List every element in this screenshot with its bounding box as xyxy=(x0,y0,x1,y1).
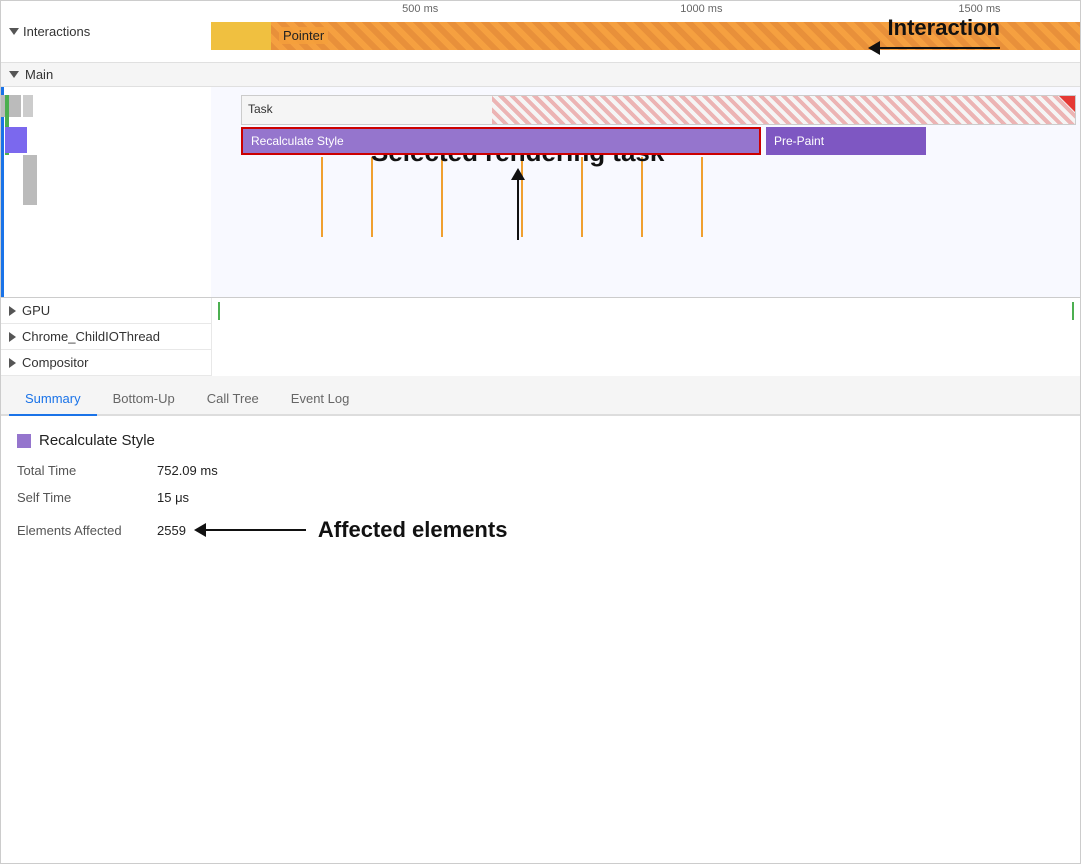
track-timeline-compositor xyxy=(211,350,1080,376)
track-timeline-gpu xyxy=(211,298,1080,324)
track-label-childio[interactable]: Chrome_ChildIOThread xyxy=(1,329,211,344)
tab-call-tree-label: Call Tree xyxy=(207,391,259,406)
task-hatch xyxy=(492,96,1075,124)
track-row-childio[interactable]: Chrome_ChildIOThread xyxy=(1,324,1080,350)
timing-line-2 xyxy=(371,157,373,237)
timing-line-3 xyxy=(441,157,443,237)
interactions-timeline: 500 ms 1000 ms 1500 ms Pointer Interacti… xyxy=(211,1,1080,63)
main-left-bar xyxy=(1,87,211,297)
timing-line-7 xyxy=(701,157,703,237)
track-timeline-childio xyxy=(211,324,1080,350)
tabs-bar: Summary Bottom-Up Call Tree Event Log xyxy=(1,376,1080,416)
interactions-label[interactable]: Interactions xyxy=(1,24,211,39)
task-label: Task xyxy=(248,102,273,116)
track-expand-icon-childio[interactable] xyxy=(9,332,16,342)
main-label: Main xyxy=(25,67,53,82)
interactions-label-text: Interactions xyxy=(23,24,90,39)
pointer-interaction-bar: Pointer xyxy=(271,22,1080,50)
track-expand-icon-compositor[interactable] xyxy=(9,358,16,368)
track-label-gpu[interactable]: GPU xyxy=(1,303,211,318)
pointer-label: Pointer xyxy=(279,27,328,44)
track-name-gpu: GPU xyxy=(22,303,50,318)
arrow-tip-left-affected-icon xyxy=(194,523,206,537)
tab-summary[interactable]: Summary xyxy=(9,383,97,416)
tab-event-log[interactable]: Event Log xyxy=(275,383,366,416)
main-collapse-icon[interactable] xyxy=(9,71,19,78)
tab-bottom-up-label: Bottom-Up xyxy=(113,391,175,406)
main-header[interactable]: Main xyxy=(1,63,1080,87)
recalculate-style-label: Recalculate Style xyxy=(251,134,344,148)
time-marker-1000: 1000 ms xyxy=(680,3,722,15)
timing-line-5 xyxy=(581,157,583,237)
summary-key-self-time: Self Time xyxy=(17,490,157,505)
pointer-yellow-block xyxy=(211,22,271,50)
small-gray-block-3 xyxy=(23,155,37,205)
track-green-line-gpu-2 xyxy=(1072,302,1074,320)
interactions-row: Interactions 500 ms 1000 ms 1500 ms Poin… xyxy=(1,1,1080,63)
summary-title-row: Recalculate Style xyxy=(17,432,1064,449)
time-marker-1500: 1500 ms xyxy=(958,3,1000,15)
timing-line-4 xyxy=(521,157,523,237)
summary-title: Recalculate Style xyxy=(39,432,155,449)
main-timeline-area: Task Recalculate Style Pre-Paint xyxy=(1,87,1080,297)
arrow-line-horiz-affected xyxy=(206,529,306,531)
timing-line-6 xyxy=(641,157,643,237)
recalculate-style-bar[interactable]: Recalculate Style xyxy=(241,127,761,155)
summary-val-affected: 2559 xyxy=(157,523,186,538)
small-gray-block-1 xyxy=(1,95,21,117)
affected-annotation: Affected elements xyxy=(194,517,508,543)
summary-row-total-time: Total Time 752.09 ms xyxy=(17,463,1064,478)
tab-call-tree[interactable]: Call Tree xyxy=(191,383,275,416)
track-name-childio: Chrome_ChildIOThread xyxy=(22,329,160,344)
track-row-compositor[interactable]: Compositor xyxy=(1,350,1080,376)
summary-val-self-time: 15 μs xyxy=(157,490,189,505)
small-purple-block-1 xyxy=(5,127,27,153)
recalculate-style-color-icon xyxy=(17,434,31,448)
track-green-line-gpu-1 xyxy=(218,302,220,320)
main-section: Main Task Recalculate Style Pre- xyxy=(1,63,1080,298)
tracks-container: GPU Chrome_ChildIOThread Compositor xyxy=(1,298,1080,376)
summary-key-affected: Elements Affected xyxy=(17,523,157,538)
tab-summary-label: Summary xyxy=(25,391,81,406)
pointer-bar: Pointer xyxy=(211,21,1080,51)
time-marker-500: 500 ms xyxy=(402,3,438,15)
summary-val-total-time: 752.09 ms xyxy=(157,463,218,478)
affected-annotation-text: Affected elements xyxy=(318,517,508,543)
summary-row-affected: Elements Affected 2559 Affected elements xyxy=(17,517,1064,543)
task-bar[interactable]: Task xyxy=(241,95,1076,125)
small-gray-block-2 xyxy=(23,95,33,117)
blue-left-border xyxy=(1,87,4,297)
track-label-compositor[interactable]: Compositor xyxy=(1,355,211,370)
time-markers: 500 ms 1000 ms 1500 ms xyxy=(211,1,1080,19)
timing-line-1 xyxy=(321,157,323,237)
summary-row-self-time: Self Time 15 μs xyxy=(17,490,1064,505)
prepaint-label: Pre-Paint xyxy=(774,134,824,148)
track-expand-icon-gpu[interactable] xyxy=(9,306,16,316)
interactions-collapse-icon[interactable] xyxy=(9,28,19,35)
summary-key-total-time: Total Time xyxy=(17,463,157,478)
main-canvas: Task Recalculate Style Pre-Paint xyxy=(211,87,1080,297)
timing-lines xyxy=(241,157,1080,237)
tab-event-log-label: Event Log xyxy=(291,391,350,406)
track-row-gpu[interactable]: GPU xyxy=(1,298,1080,324)
prepaint-bar[interactable]: Pre-Paint xyxy=(766,127,926,155)
track-name-compositor: Compositor xyxy=(22,355,88,370)
summary-panel: Recalculate Style Total Time 752.09 ms S… xyxy=(1,416,1080,571)
affected-arrow xyxy=(194,523,306,537)
tab-bottom-up[interactable]: Bottom-Up xyxy=(97,383,191,416)
